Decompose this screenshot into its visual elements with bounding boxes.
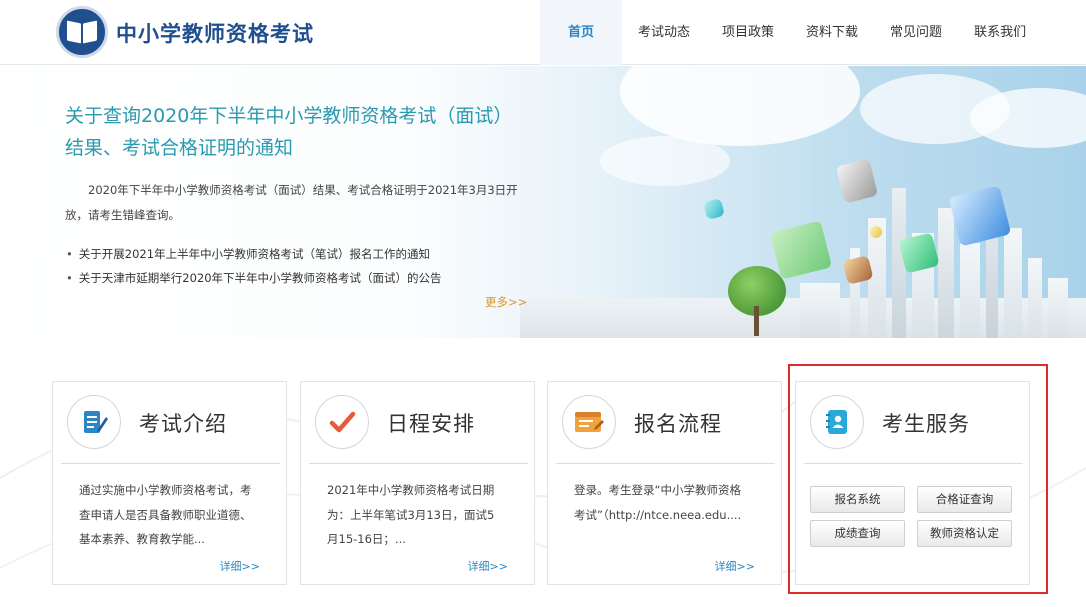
card-title: 报名流程 [634,412,722,436]
card-title: 日程安排 [387,412,475,436]
building [960,243,980,338]
building [1028,258,1042,338]
card-description: 通过实施中小学教师资格考试，考查申请人是否具备教师职业道德、基本素养、教育教学能… [79,483,252,546]
card-registration-process: 报名流程 登录。考生登录“中小学教师资格考试”（http://ntce.neea… [547,381,782,585]
cloud-decoration [620,66,860,146]
nav-faq[interactable]: 常见问题 [874,0,958,65]
divider [309,463,528,464]
site-header: 中小学教师资格考试 首页 考试动态 项目政策 资料下载 常见问题 联系我们 [0,0,1086,65]
browser-form-icon [562,395,616,449]
news-list-item[interactable]: 关于天津市延期举行2020年下半年中小学教师资格考试（面试）的公告 [66,266,526,290]
divider [556,463,775,464]
building [1048,278,1068,338]
building [938,208,954,338]
card-header[interactable]: 报名流程 [548,382,781,464]
nav-contact[interactable]: 联系我们 [958,0,1042,65]
music-cube [948,185,1012,247]
piano-cube [835,158,879,204]
hero-banner: 关于查询2020年下半年中小学教师资格考试（面试）结果、考试合格证明的通知 20… [0,66,1086,338]
card-header[interactable]: 考试介绍 [53,382,286,464]
card-exam-intro: 考试介绍 通过实施中小学教师资格考试，考查申请人是否具备教师职业道德、基本素养、… [52,381,287,585]
details-link[interactable]: 详细>> [468,558,508,574]
site-logo[interactable] [56,6,108,58]
nav-exam-news[interactable]: 考试动态 [622,0,706,65]
news-headline[interactable]: 关于查询2020年下半年中小学教师资格考试（面试）结果、考试合格证明的通知 [65,100,525,164]
building [800,283,840,338]
book-icon [67,20,97,44]
news-list-item[interactable]: 关于开展2021年上半年中小学教师资格考试（笔试）报名工作的通知 [66,242,526,266]
tree-trunk [754,306,759,336]
news-summary: 2020年下半年中小学教师资格考试（面试）结果、考试合格证明于2021年3月3日… [65,183,518,222]
document-pen-icon [67,395,121,449]
news-list: 关于开展2021年上半年中小学教师资格考试（笔试）报名工作的通知 关于天津市延期… [66,242,526,290]
cloud-decoration [970,88,1086,148]
card-title: 考试介绍 [139,412,227,436]
nav-policy[interactable]: 项目政策 [706,0,790,65]
floating-cube [769,220,833,280]
more-news-link[interactable]: 更多>> [485,294,527,310]
site-title[interactable]: 中小学教师资格考试 [116,18,314,48]
details-link[interactable]: 详细>> [220,558,260,574]
highlight-box [788,364,1048,594]
main-nav: 首页 考试动态 项目政策 资料下载 常见问题 联系我们 [540,0,1042,65]
floating-cube [703,198,725,220]
card-description: 登录。考生登录“中小学教师资格考试”（http://ntce.neea.edu.… [574,483,742,522]
cloud-decoration [600,136,730,186]
card-description: 2021年中小学教师资格考试日期为：上半年笔试3月13日，面试5月15-16日；… [327,483,495,546]
card-header[interactable]: 日程安排 [301,382,534,464]
nav-home[interactable]: 首页 [540,0,622,65]
building [1004,228,1022,338]
details-link[interactable]: 详细>> [715,558,755,574]
nav-downloads[interactable]: 资料下载 [790,0,874,65]
card-schedule: 日程安排 2021年中小学教师资格考试日期为：上半年笔试3月13日，面试5月15… [300,381,535,585]
divider [61,463,280,464]
checkmark-icon [315,395,369,449]
